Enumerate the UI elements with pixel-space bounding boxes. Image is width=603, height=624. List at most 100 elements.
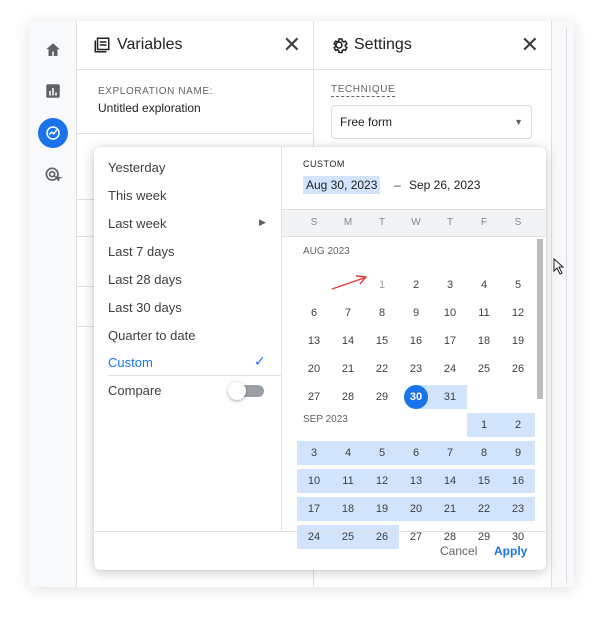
calendar-day[interactable]: 22 xyxy=(365,357,399,381)
month-label: AUG 2023 xyxy=(303,246,350,257)
calendar-day[interactable]: 5 xyxy=(501,273,535,297)
divider xyxy=(108,375,282,376)
calendar-day[interactable]: 6 xyxy=(399,441,433,465)
weekday-label: S xyxy=(514,217,522,228)
calendar-day[interactable]: 7 xyxy=(433,441,467,465)
start-date-field[interactable]: Aug 30, 2023 xyxy=(303,176,381,194)
weekday-label: S xyxy=(310,217,318,228)
red-arrow-annotation xyxy=(331,275,368,290)
calendar-day[interactable]: 19 xyxy=(365,497,399,521)
calendar-day[interactable]: 8 xyxy=(365,301,399,325)
chevron-down-icon: ▼ xyxy=(514,117,523,127)
calendar-day[interactable]: 5 xyxy=(365,441,399,465)
weekday-label: T xyxy=(446,217,454,228)
technique-value: Free form xyxy=(340,115,393,129)
calendar-day[interactable]: 23 xyxy=(501,497,535,521)
preset-last-28-days[interactable]: Last 28 days xyxy=(108,272,182,287)
calendar-day[interactable]: 20 xyxy=(399,497,433,521)
calendar-day[interactable]: 30 xyxy=(404,385,428,409)
check-icon: ✓ xyxy=(254,353,266,369)
ads-icon[interactable] xyxy=(38,160,68,190)
calendar-day[interactable]: 12 xyxy=(501,301,535,325)
home-icon[interactable] xyxy=(38,35,68,65)
calendar-day[interactable]: 4 xyxy=(467,273,501,297)
popup-footer: Cancel Apply xyxy=(94,531,546,570)
calendar-day[interactable]: 12 xyxy=(365,469,399,493)
calendar-scrollbar[interactable] xyxy=(537,239,543,399)
preset-last-7-days[interactable]: Last 7 days xyxy=(108,244,175,259)
preset-quarter-to-date[interactable]: Quarter to date xyxy=(108,328,195,343)
calendar-day[interactable]: 28 xyxy=(331,385,365,409)
calendar-day[interactable]: 3 xyxy=(297,441,331,465)
explore-icon[interactable] xyxy=(38,118,68,148)
date-preset-list: Yesterday This week Last week ▶ Last 7 d… xyxy=(94,147,282,531)
exploration-name-field[interactable]: Untitled exploration xyxy=(98,101,201,115)
calendar-day[interactable]: 16 xyxy=(399,329,433,353)
preset-custom[interactable]: Custom xyxy=(108,355,153,370)
weekday-label: T xyxy=(378,217,386,228)
calendar-day[interactable]: 10 xyxy=(433,301,467,325)
date-range-popup: Yesterday This week Last week ▶ Last 7 d… xyxy=(94,147,546,570)
calendar-day[interactable]: 4 xyxy=(331,441,365,465)
calendar-day[interactable]: 21 xyxy=(433,497,467,521)
close-variables-icon[interactable]: ✕ xyxy=(283,34,301,56)
calendar-day[interactable]: 22 xyxy=(467,497,501,521)
end-date-field[interactable]: Sep 26, 2023 xyxy=(409,178,480,192)
calendar-day[interactable]: 11 xyxy=(331,469,365,493)
variables-header: Variables ✕ xyxy=(77,21,313,70)
calendar-day[interactable]: 16 xyxy=(501,469,535,493)
compare-label: Compare xyxy=(108,383,162,398)
calendar-day[interactable]: 3 xyxy=(433,273,467,297)
calendar-day[interactable]: 27 xyxy=(297,385,331,409)
calendar-day[interactable]: 14 xyxy=(433,469,467,493)
calendar-day[interactable]: 18 xyxy=(467,329,501,353)
calendar-day[interactable]: 23 xyxy=(399,357,433,381)
calendar-day[interactable]: 2 xyxy=(501,413,535,437)
calendar-day[interactable]: 17 xyxy=(297,497,331,521)
preset-last-week[interactable]: Last week xyxy=(108,216,167,231)
month-label: SEP 2023 xyxy=(303,414,348,425)
technique-label: TECHNIQUE xyxy=(331,84,396,97)
close-settings-icon[interactable]: ✕ xyxy=(521,34,539,56)
calendar-day[interactable]: 24 xyxy=(433,357,467,381)
apply-button[interactable]: Apply xyxy=(494,544,527,558)
calendar-day[interactable]: 11 xyxy=(467,301,501,325)
calendar-day[interactable]: 18 xyxy=(331,497,365,521)
calendar-day[interactable]: 13 xyxy=(297,329,331,353)
calendar-day[interactable]: 14 xyxy=(331,329,365,353)
mouse-cursor xyxy=(553,258,565,275)
calendar-day[interactable]: 9 xyxy=(501,441,535,465)
calendar-day[interactable]: 8 xyxy=(467,441,501,465)
technique-dropdown[interactable]: Free form ▼ xyxy=(331,105,532,139)
calendar-day[interactable]: 1 xyxy=(467,413,501,437)
calendar-day[interactable]: 17 xyxy=(433,329,467,353)
calendar-day[interactable]: 6 xyxy=(297,301,331,325)
calendar-day[interactable]: 2 xyxy=(399,273,433,297)
preset-this-week[interactable]: This week xyxy=(108,188,167,203)
calendar-day[interactable]: 9 xyxy=(399,301,433,325)
preset-yesterday[interactable]: Yesterday xyxy=(108,160,165,175)
calendar-day[interactable]: 20 xyxy=(297,357,331,381)
divider xyxy=(77,133,314,134)
calendar-day[interactable]: 15 xyxy=(365,329,399,353)
calendar-day[interactable]: 26 xyxy=(501,357,535,381)
exploration-name-label: EXPLORATION NAME: xyxy=(98,86,214,97)
range-separator: – xyxy=(394,178,401,192)
compare-toggle-knob[interactable] xyxy=(228,382,246,400)
calendar-day[interactable]: 19 xyxy=(501,329,535,353)
calendar-day[interactable]: 7 xyxy=(331,301,365,325)
chevron-right-icon: ▶ xyxy=(259,217,266,227)
calendar-day[interactable]: 25 xyxy=(467,357,501,381)
calendar-day[interactable]: 15 xyxy=(467,469,501,493)
variables-title: Variables xyxy=(117,36,183,53)
variables-icon xyxy=(94,37,110,53)
cancel-button[interactable]: Cancel xyxy=(440,544,477,558)
page-scrollbar[interactable] xyxy=(552,21,574,587)
calendar-day[interactable]: 29 xyxy=(365,385,399,409)
bar-chart-icon[interactable] xyxy=(38,76,68,106)
calendar-day[interactable]: 31 xyxy=(433,385,467,409)
calendar-day[interactable]: 10 xyxy=(297,469,331,493)
calendar-day[interactable]: 21 xyxy=(331,357,365,381)
calendar-day[interactable]: 13 xyxy=(399,469,433,493)
preset-last-30-days[interactable]: Last 30 days xyxy=(108,300,182,315)
